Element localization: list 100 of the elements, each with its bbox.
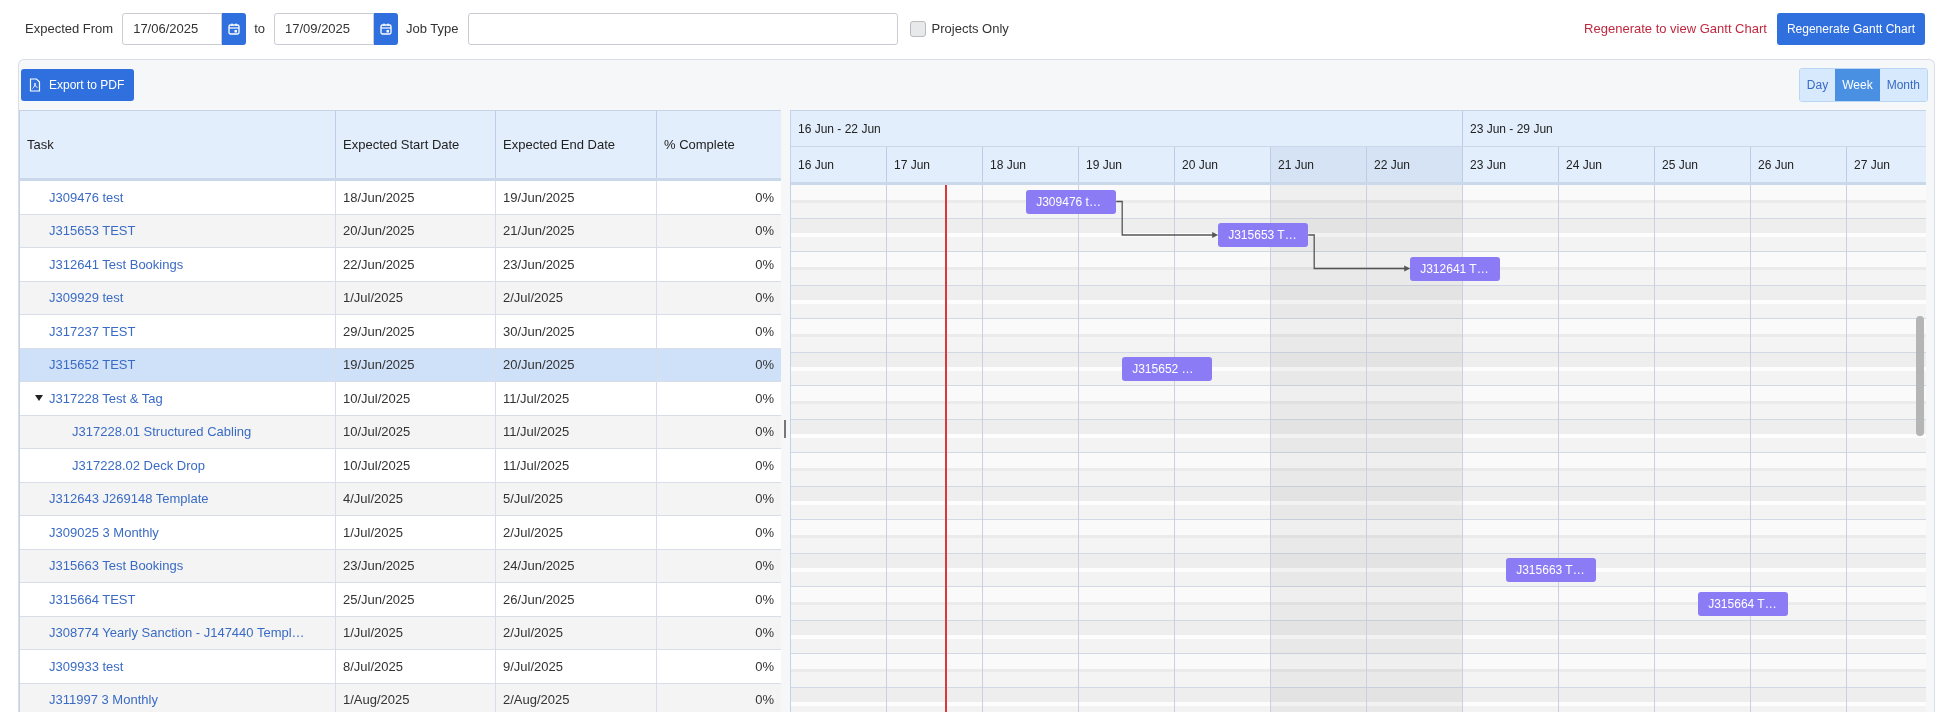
day-header: 24 Jun (1559, 147, 1655, 182)
calendar-icon (228, 22, 241, 35)
task-link[interactable]: J315653 TEST (49, 223, 136, 239)
table-row[interactable]: J317228 Test & Tag 10/Jul/2025 11/Jul/2025 0% (20, 382, 781, 416)
calendar-icon (380, 22, 392, 35)
task-link[interactable]: J317228.02 Deck Drop (72, 457, 205, 473)
table-cell: 19/Jun/2025 (336, 348, 496, 381)
table-cell: 25/Jun/2025 (336, 583, 496, 616)
day-header: 23 Jun (1463, 147, 1559, 182)
table-row[interactable]: J317228.01 Structured Cabling 10/Jul/2025 11/Jul/2025 0% (20, 415, 781, 449)
column-header: Expected End Date (496, 111, 657, 178)
table-cell: 2/Jul/2025 (496, 281, 657, 314)
task-link[interactable]: J311997 3 Monthly (49, 692, 158, 708)
table-cell: 1/Jul/2025 (336, 281, 496, 314)
day-header: 16 Jun (791, 147, 887, 182)
table-cell: 11/Jul/2025 (496, 449, 657, 482)
task-bar[interactable]: J312641 T… (1410, 256, 1501, 281)
table-cell: 10/Jul/2025 (336, 415, 496, 448)
task-link[interactable]: J315664 TEST (49, 591, 136, 607)
table-cell: 22/Jun/2025 (336, 248, 496, 281)
table-cell: 23/Jun/2025 (496, 248, 657, 281)
date-field[interactable]: 17/06/2025 (122, 12, 223, 45)
task-link[interactable]: J315652 TEST (49, 357, 136, 373)
task-bar[interactable]: J315653 T… (1218, 223, 1309, 247)
table-cell: 1/Jul/2025 (336, 516, 496, 549)
task-link[interactable]: J312643 J269148 Template (49, 491, 209, 507)
table-row[interactable]: J309025 3 Monthly 1/Jul/2025 2/Jul/2025 0% (20, 516, 781, 550)
task-link[interactable]: J317237 TEST (49, 323, 136, 339)
caret-icon[interactable] (35, 395, 43, 402)
task-bar[interactable]: J309476 t… (1026, 189, 1117, 214)
table-row[interactable]: J312641 Test Bookings 22/Jun/2025 23/Jun/2025 0% (20, 248, 781, 282)
table-row[interactable]: J309929 test 1/Jul/2025 2/Jul/2025 0% (20, 281, 781, 315)
table-cell: 21/Jun/2025 (496, 214, 657, 247)
table-row[interactable]: J309933 test 8/Jul/2025 9/Jul/2025 0% (20, 650, 781, 684)
day-header: 18 Jun (983, 147, 1079, 182)
table-cell: 2/Jul/2025 (496, 516, 657, 549)
week-header: 23 Jun - 29 Jun (1463, 111, 1926, 146)
task-link[interactable]: J309929 test (49, 290, 124, 306)
export-pdf-button[interactable]: Export to PDF (21, 69, 135, 101)
table-cell: 1/Jul/2025 (336, 616, 496, 649)
table-row[interactable]: J317228.02 Deck Drop 10/Jul/2025 11/Jul/2025 0% (20, 449, 781, 483)
table-cell: 19/Jun/2025 (496, 181, 657, 214)
table-cell: 4/Jul/2025 (336, 482, 496, 515)
field-label: Job Type (406, 21, 459, 36)
date-field[interactable]: 17/09/2025 (274, 12, 374, 45)
task-link[interactable]: J309476 test (49, 189, 124, 205)
regenerate-button[interactable]: Regenerate Gantt Chart (1776, 12, 1925, 45)
table-cell: 26/Jun/2025 (496, 583, 657, 616)
week-header: 16 Jun - 22 Jun (791, 111, 1463, 146)
task-link[interactable]: J315663 Test Bookings (49, 558, 184, 574)
table-row[interactable]: J311997 3 Monthly 1/Aug/2025 2/Aug/2025 0% (20, 683, 781, 712)
table-cell: 24/Jun/2025 (496, 549, 657, 582)
day-header: 27 Jun (1847, 147, 1926, 182)
table-cell: 2/Aug/2025 (496, 683, 657, 712)
column-header: Expected Start Date (336, 111, 496, 178)
scale-tab[interactable]: Day (1799, 69, 1836, 101)
table-cell: 11/Jul/2025 (496, 415, 657, 448)
task-link[interactable]: J312641 Test Bookings (49, 256, 184, 272)
column-header: Task (20, 111, 336, 178)
day-header: 21 Jun (1271, 147, 1367, 182)
task-link[interactable]: J317228 Test & Tag (49, 390, 163, 406)
task-link[interactable]: J317228.01 Structured Cabling (72, 424, 252, 440)
table-cell: 23/Jun/2025 (336, 549, 496, 582)
task-link[interactable]: J309933 test (49, 658, 124, 674)
day-header: 26 Jun (1751, 147, 1847, 182)
calendar-button[interactable] (374, 12, 398, 45)
table-row[interactable]: J317237 TEST 29/Jun/2025 30/Jun/2025 0% (20, 315, 781, 349)
table-row[interactable]: J315652 TEST 19/Jun/2025 20/Jun/2025 0% (20, 348, 781, 382)
checkbox[interactable] (909, 20, 926, 37)
task-bar[interactable]: J315663 T… (1506, 558, 1597, 582)
day-header: 19 Jun (1079, 147, 1175, 182)
scrollbar-thumb[interactable] (1916, 316, 1924, 436)
table-cell: 20/Jun/2025 (496, 348, 657, 381)
job-type-field[interactable] (467, 12, 898, 45)
table-row[interactable]: J315653 TEST 20/Jun/2025 21/Jun/2025 0% (20, 214, 781, 248)
task-bar[interactable]: J315652 … (1122, 357, 1213, 381)
regenerate-notice: Regenerate to view Gantt Chart (1584, 21, 1767, 36)
field-label: to (254, 21, 265, 36)
calendar-button[interactable] (222, 12, 247, 45)
table-row[interactable]: J312643 J269148 Template 4/Jul/2025 5/Jul/2025 0% (20, 482, 781, 516)
table-row[interactable]: J309476 test 18/Jun/2025 19/Jun/2025 0% (20, 181, 781, 215)
scale-tab[interactable]: Week (1835, 69, 1880, 101)
table-cell: 20/Jun/2025 (336, 214, 496, 247)
table-row[interactable]: J315663 Test Bookings 23/Jun/2025 24/Jun/2025 0% (20, 549, 781, 583)
table-cell: 9/Jul/2025 (496, 650, 657, 683)
day-header: 22 Jun (1367, 147, 1463, 182)
scale-tab[interactable]: Month (1879, 69, 1927, 101)
day-header: 25 Jun (1655, 147, 1751, 182)
table-cell: 10/Jul/2025 (336, 382, 496, 415)
table-row[interactable]: J308774 Yearly Sanction - J147440 Templ… 1/Jul/2025 2/Jul/2025 0% (20, 616, 781, 650)
task-link[interactable]: J309025 3 Monthly (49, 524, 159, 540)
table-row[interactable]: J315664 TEST 25/Jun/2025 26/Jun/2025 0% (20, 583, 781, 617)
table-cell: 18/Jun/2025 (336, 181, 496, 214)
task-bar[interactable]: J315664 T… (1698, 591, 1789, 616)
table-cell: 10/Jul/2025 (336, 449, 496, 482)
table-cell: 8/Jul/2025 (336, 650, 496, 683)
splitter-handle[interactable] (784, 420, 786, 438)
checkbox-label: Projects Only (931, 21, 1009, 36)
task-link[interactable]: J308774 Yearly Sanction - J147440 Templ… (49, 625, 305, 641)
table-cell: 30/Jun/2025 (496, 315, 657, 348)
